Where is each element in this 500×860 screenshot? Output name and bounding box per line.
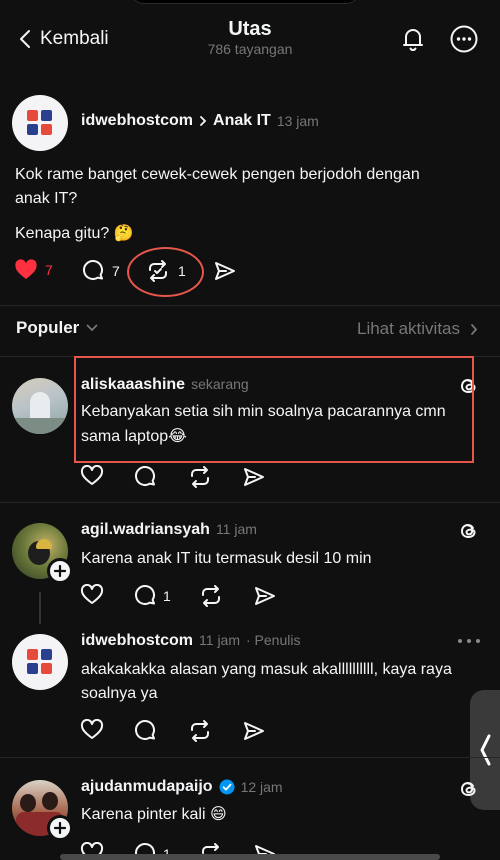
threads-logo-icon bbox=[458, 520, 480, 542]
divider bbox=[0, 305, 500, 306]
reply-author[interactable]: agil.wadriansyah bbox=[81, 521, 210, 539]
topic-link[interactable]: Anak IT bbox=[213, 112, 271, 130]
follow-button[interactable] bbox=[47, 815, 73, 841]
idwebhost-logo bbox=[27, 649, 53, 675]
more-options-icon[interactable] bbox=[449, 24, 479, 54]
post-text-line-2: anak IT? bbox=[15, 190, 78, 207]
post-text-line-1: Kok rame banget cewek-cewek pengen berjo… bbox=[15, 166, 420, 183]
reply-count: 1 bbox=[163, 588, 171, 604]
reply-avatar[interactable] bbox=[12, 378, 68, 434]
highlight-ellipse bbox=[127, 247, 204, 297]
share-icon[interactable] bbox=[242, 465, 266, 489]
reply-author[interactable]: idwebhostcom bbox=[81, 632, 193, 650]
reply-text-line-1: akakakakka alasan yang masuk akallllllll… bbox=[81, 661, 452, 678]
chevron-left-icon bbox=[478, 732, 492, 768]
reply-time: 11 jam bbox=[199, 632, 240, 648]
heart-icon[interactable] bbox=[80, 584, 104, 606]
chevron-right-icon bbox=[470, 323, 478, 336]
heart-filled-icon bbox=[14, 259, 38, 281]
comment-icon[interactable] bbox=[134, 719, 158, 743]
device-notch bbox=[130, 0, 360, 4]
reply-text: Karena anak IT itu termasuk desil 10 min bbox=[81, 550, 372, 567]
idwebhost-logo bbox=[27, 110, 53, 136]
thread-line bbox=[39, 592, 41, 624]
view-activity-link[interactable]: Lihat aktivitas bbox=[357, 319, 478, 339]
comment-icon[interactable] bbox=[134, 465, 158, 489]
plus-icon bbox=[54, 565, 66, 577]
home-indicator bbox=[60, 854, 440, 860]
reply-time: 12 jam bbox=[240, 779, 283, 795]
comment-icon bbox=[82, 259, 106, 283]
more-icon[interactable] bbox=[456, 636, 482, 646]
divider bbox=[0, 502, 500, 503]
post-text-line-3: Kenapa gitu? 🤔 bbox=[15, 225, 134, 242]
activity-label: Lihat aktivitas bbox=[357, 319, 460, 338]
reply-meta: agil.wadriansyah 11 jam bbox=[81, 521, 257, 539]
repost-icon[interactable] bbox=[199, 584, 223, 608]
repost-icon[interactable] bbox=[188, 465, 212, 489]
reply-button[interactable]: 1 bbox=[134, 584, 171, 608]
chevron-down-icon bbox=[86, 324, 98, 332]
verified-badge-icon bbox=[219, 779, 235, 795]
like-count: 7 bbox=[45, 262, 53, 278]
like-button[interactable]: 7 bbox=[14, 259, 53, 281]
reply-text: Karena pinter kali 😄 bbox=[81, 806, 227, 823]
plus-icon bbox=[54, 822, 66, 834]
author-avatar[interactable] bbox=[12, 95, 68, 151]
repost-icon[interactable] bbox=[188, 719, 212, 743]
reply-count: 7 bbox=[112, 263, 120, 279]
reply-time: 11 jam bbox=[215, 521, 257, 537]
post-time: 13 jam bbox=[276, 113, 319, 129]
author-name[interactable]: idwebhostcom bbox=[81, 112, 193, 130]
reply-author[interactable]: ajudanmudapaijo bbox=[81, 778, 213, 796]
author-badge: · Penulis bbox=[246, 632, 301, 648]
share-icon[interactable] bbox=[213, 259, 237, 283]
share-icon[interactable] bbox=[242, 719, 266, 743]
divider bbox=[0, 757, 500, 758]
reply-avatar[interactable] bbox=[12, 634, 68, 690]
threads-logo-icon bbox=[458, 778, 480, 800]
bell-icon[interactable] bbox=[398, 24, 428, 54]
follow-button[interactable] bbox=[47, 558, 73, 584]
highlight-box bbox=[74, 356, 474, 463]
post-meta: idwebhostcom Anak IT 13 jam bbox=[81, 112, 319, 130]
comment-icon bbox=[134, 584, 158, 608]
reply-button[interactable]: 7 bbox=[82, 259, 120, 283]
reply-meta: ajudanmudapaijo 12 jam bbox=[81, 778, 283, 796]
reply-text-line-2: soalnya ya bbox=[81, 685, 158, 702]
reply-meta: idwebhostcom 11 jam · Penulis bbox=[81, 632, 300, 650]
sort-dropdown[interactable]: Populer bbox=[16, 318, 98, 338]
chevron-right-icon bbox=[199, 115, 207, 127]
heart-icon[interactable] bbox=[80, 719, 104, 741]
sort-label: Populer bbox=[16, 318, 80, 337]
heart-icon[interactable] bbox=[80, 465, 104, 487]
share-icon[interactable] bbox=[253, 584, 277, 608]
